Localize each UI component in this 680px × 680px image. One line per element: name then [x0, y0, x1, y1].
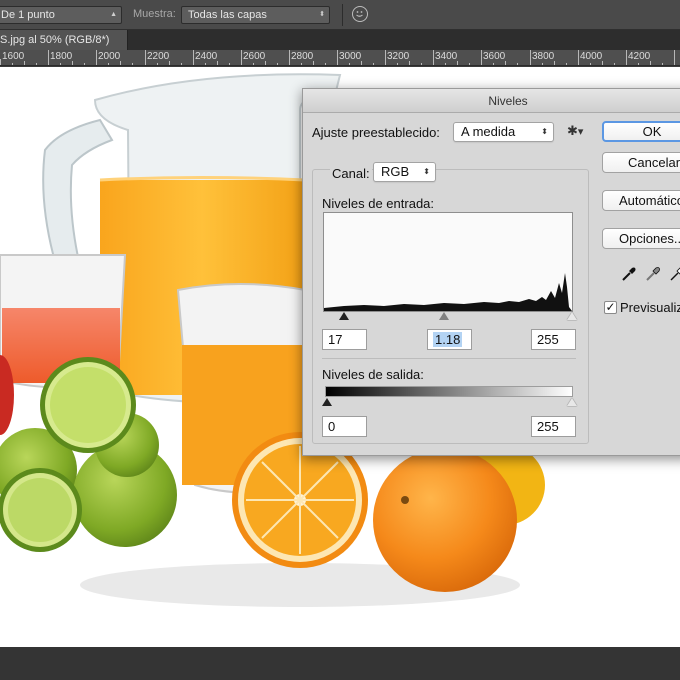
ruler-label: 1800	[50, 51, 73, 62]
gray-eyedropper-icon[interactable]	[644, 265, 662, 283]
preset-value: A medida	[461, 124, 516, 139]
preset-select[interactable]: A medida ⬍	[453, 122, 554, 142]
face-icon[interactable]	[352, 6, 368, 22]
preview-checkbox[interactable]: ✓	[604, 301, 617, 314]
chevron-updown-icon: ⬍	[423, 167, 430, 176]
auto-label: Automático	[619, 193, 680, 208]
document-tab-title: S.jpg al 50% (RGB/8*)	[0, 34, 110, 46]
gear-icon[interactable]: ✱▾	[567, 123, 583, 139]
ruler-label: 3800	[532, 51, 555, 62]
ok-label: OK	[642, 124, 662, 139]
white-eyedropper-icon[interactable]	[668, 265, 680, 283]
output-black-slider[interactable]	[322, 398, 332, 406]
histogram	[323, 212, 573, 312]
histogram-graph	[324, 273, 572, 311]
output-black-field[interactable]: 0	[322, 416, 367, 437]
input-gamma-slider[interactable]	[439, 312, 449, 320]
output-white-slider[interactable]	[567, 398, 577, 406]
sample-size-value: De 1 punto	[1, 9, 55, 21]
options-separator	[342, 4, 343, 26]
ok-button[interactable]: OK	[602, 121, 680, 142]
ruler-label: 3600	[483, 51, 506, 62]
ruler-label: 3200	[387, 51, 410, 62]
channel-label: Canal:	[330, 166, 372, 181]
dialog-title-bar[interactable]: Niveles	[303, 89, 680, 113]
ruler-label: 3400	[435, 51, 458, 62]
sample-layers-select[interactable]: Todas las capas ⬍	[181, 6, 330, 24]
chevron-updown-icon: ▲	[110, 11, 117, 18]
output-black-value: 0	[328, 419, 336, 434]
auto-button[interactable]: Automático	[602, 190, 680, 211]
sample-label: Muestra:	[133, 8, 176, 20]
photoshop-window: De 1 punto ▲ Muestra: Todas las capas ⬍ …	[0, 0, 680, 680]
chevron-updown-icon: ⬍	[541, 127, 548, 136]
document-tab[interactable]: S.jpg al 50% (RGB/8*)	[0, 30, 128, 50]
ruler-label: 2400	[195, 51, 218, 62]
output-gradient	[325, 386, 573, 397]
cancel-label: Cancelar	[628, 155, 680, 170]
channel-value: RGB	[381, 164, 410, 179]
input-levels-label: Niveles de entrada:	[322, 196, 435, 211]
output-white-value: 255	[537, 419, 559, 434]
preset-label: Ajuste preestablecido:	[312, 125, 440, 140]
options-bar: De 1 punto ▲ Muestra: Todas las capas ⬍	[0, 0, 680, 30]
sample-size-select[interactable]: De 1 punto ▲	[0, 6, 122, 24]
input-white-field[interactable]: 255	[531, 329, 576, 350]
input-black-slider[interactable]	[339, 312, 349, 320]
channel-select[interactable]: RGB ⬍	[373, 162, 436, 182]
black-eyedropper-icon[interactable]	[620, 265, 638, 283]
divider	[322, 358, 576, 359]
ruler-label: 3000	[339, 51, 362, 62]
horizontal-ruler: 1600 1800 2000 2200 2400 2600 2800 3000 …	[0, 50, 680, 66]
input-black-value: 17	[328, 332, 343, 347]
cancel-button[interactable]: Cancelar	[602, 152, 680, 173]
ruler-label: 2600	[243, 51, 266, 62]
input-white-slider[interactable]	[567, 312, 577, 320]
ruler-label: 2200	[147, 51, 170, 62]
dialog-title: Niveles	[488, 94, 528, 108]
status-bar	[0, 647, 680, 680]
ruler-label: 1600	[2, 51, 25, 62]
preview-label: Previsualizar	[620, 300, 680, 315]
options-button[interactable]: Opciones...	[602, 228, 680, 249]
ruler-label: 4000	[580, 51, 603, 62]
output-white-field[interactable]: 255	[531, 416, 576, 437]
input-gamma-value: 1.18	[433, 332, 463, 347]
document-tab-bar: S.jpg al 50% (RGB/8*)	[0, 30, 680, 50]
chevron-updown-icon: ⬍	[319, 11, 325, 18]
input-gamma-field[interactable]: 1.18	[427, 329, 472, 350]
sample-layers-value: Todas las capas	[188, 9, 267, 21]
ruler-label: 4200	[628, 51, 651, 62]
input-white-value: 255	[537, 332, 559, 347]
ruler-label: 2000	[98, 51, 121, 62]
options-label: Opciones...	[619, 231, 680, 246]
input-black-field[interactable]: 17	[322, 329, 367, 350]
output-levels-label: Niveles de salida:	[322, 367, 424, 382]
ruler-label: 2800	[291, 51, 314, 62]
